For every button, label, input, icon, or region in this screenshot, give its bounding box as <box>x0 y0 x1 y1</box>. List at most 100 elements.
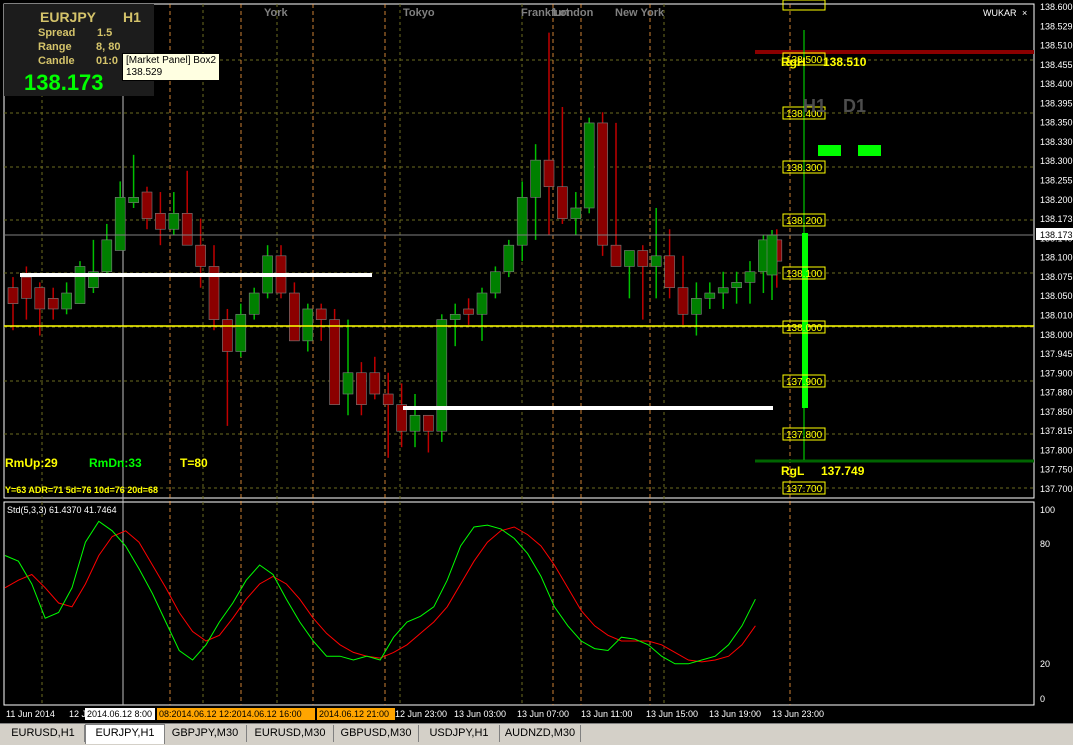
stoch-signal-line <box>4 526 756 663</box>
indicator-axis-label: 0 <box>1040 694 1045 704</box>
rgh-value: 138.510 <box>823 55 867 69</box>
price-axis-label: 138.395 <box>1040 98 1073 108</box>
stat-rmdn: RmDn:33 <box>89 456 142 470</box>
candle-body[interactable] <box>128 197 139 203</box>
candle-body[interactable] <box>449 313 461 320</box>
axes: 138.600 138.529 138.510 138.455 138.400 138.3… <box>6 2 1073 720</box>
candle-body[interactable] <box>369 372 381 395</box>
broker-label: WUKAR <box>983 8 1017 18</box>
panel-price: 138.173 <box>24 70 104 95</box>
price-axis-label: 137.880 <box>1040 388 1073 398</box>
chart-tab[interactable]: GBPUSD,M30 <box>334 725 419 742</box>
candle-body[interactable] <box>731 282 742 289</box>
candle-body[interactable] <box>302 308 314 342</box>
candle-body[interactable] <box>74 266 86 304</box>
time-axis-label: 13 Jun 07:00 <box>517 709 569 719</box>
candle-body[interactable] <box>597 122 608 246</box>
candle-body[interactable] <box>61 292 72 310</box>
candle-body[interactable] <box>583 122 595 209</box>
candle-body[interactable] <box>195 244 206 267</box>
candle-body[interactable] <box>7 287 19 304</box>
candle-body[interactable] <box>637 250 649 267</box>
trading-chart[interactable]: 138.500138.400138.300138.200138.100138.0… <box>0 0 1073 744</box>
candle-body[interactable] <box>704 292 716 299</box>
stat-t: T=80 <box>180 456 208 470</box>
price-axis-label: 138.255 <box>1040 176 1073 186</box>
price-axis-label: 138.600 <box>1040 2 1073 12</box>
rgl-value: 137.749 <box>821 464 865 478</box>
candle-body[interactable] <box>476 292 488 315</box>
panel-symbol: EURJPY <box>40 9 97 25</box>
price-axis-label: 138.529 <box>1040 21 1073 31</box>
candle-body[interactable] <box>557 186 568 219</box>
indicator-label: Std(5,3,3) 61.4370 41.7464 <box>7 505 117 515</box>
candle-body[interactable] <box>530 159 541 198</box>
candle-body[interactable] <box>691 298 702 315</box>
price-axis-label: 137.700 <box>1040 484 1073 494</box>
candle-body[interactable] <box>610 244 622 267</box>
candle-body[interactable] <box>222 319 233 352</box>
chart-tab[interactable]: EURUSD,H1 <box>2 725 85 742</box>
candle-body[interactable] <box>114 197 126 251</box>
candle-body[interactable] <box>409 414 421 432</box>
pivot-box-label: 138.300 <box>786 163 823 174</box>
price-axis-label: 138.173 <box>1040 214 1073 224</box>
candle-body[interactable] <box>168 212 180 230</box>
chart-tab[interactable]: EURUSD,M30 <box>247 725 334 742</box>
candle-body[interactable] <box>490 271 501 294</box>
candle-body[interactable] <box>624 250 635 267</box>
candle-body[interactable] <box>664 255 675 289</box>
candle-body[interactable] <box>677 287 689 315</box>
candle-body[interactable] <box>717 287 729 294</box>
price-axis-label: 138.330 <box>1040 137 1073 147</box>
candle-body[interactable] <box>34 287 46 310</box>
candle-body[interactable] <box>289 292 300 342</box>
candle-body[interactable] <box>342 372 354 395</box>
candle-body[interactable] <box>570 207 582 219</box>
candle-body[interactable] <box>382 393 394 405</box>
close-icon[interactable]: × <box>1022 8 1027 18</box>
market-panel-tooltip: [Market Panel] Box2 138.529 <box>122 53 221 81</box>
chart-grid <box>4 4 1034 705</box>
candle-body[interactable] <box>503 244 515 273</box>
candle-body[interactable] <box>315 308 327 320</box>
panel-timeframe: H1 <box>123 9 141 25</box>
candle-body[interactable] <box>248 292 260 315</box>
candle-body[interactable] <box>543 159 555 188</box>
price-axis-label: 138.455 <box>1040 60 1073 70</box>
candle-body[interactable] <box>650 255 662 267</box>
panel-spread-value: 1.5 <box>97 27 112 39</box>
candle-body[interactable] <box>181 212 193 246</box>
candle-body[interactable] <box>423 414 434 432</box>
chart-tab[interactable]: EURJPY,H1 <box>85 724 165 744</box>
price-axis-label: 138.100 <box>1040 253 1073 263</box>
candle-body[interactable] <box>155 212 166 230</box>
candle-body[interactable] <box>141 191 153 219</box>
candle-body[interactable] <box>21 276 32 299</box>
chart-tab[interactable]: GBPJPY,M30 <box>164 725 247 742</box>
chart-tab[interactable]: AUDNZD,M30 <box>500 725 581 742</box>
stat-rmup: RmUp:29 <box>5 456 58 470</box>
candle-body[interactable] <box>101 239 113 273</box>
price-axis-label: 137.815 <box>1040 426 1073 436</box>
pivot-box-label: 138.100 <box>786 269 823 280</box>
h1-trend-box <box>818 145 841 156</box>
candle-body[interactable] <box>463 308 474 315</box>
pivot-box <box>782 0 826 11</box>
candles-group[interactable] <box>7 32 783 458</box>
candle-body[interactable] <box>744 271 756 283</box>
time-axis-label: 13 Jun 23:00 <box>772 709 824 719</box>
candle-body[interactable] <box>356 372 367 405</box>
candle-body[interactable] <box>329 319 340 405</box>
candle-body[interactable] <box>436 319 448 432</box>
candle-body[interactable] <box>516 197 528 246</box>
price-axis-label: 138.350 <box>1040 118 1073 128</box>
candle-body[interactable] <box>47 298 59 310</box>
chart-tab[interactable]: USDJPY,H1 <box>419 725 500 742</box>
candle-body[interactable] <box>235 313 247 352</box>
candle-body[interactable] <box>766 234 778 276</box>
time-axis-label: 12 Jun 23:00 <box>395 709 447 719</box>
time-axis-label: 08:2014.06.12 12:2014.06.12 16:00 <box>159 709 302 719</box>
price-axis-label: 137.750 <box>1040 465 1073 475</box>
indicator-pane-frame <box>3 501 1035 706</box>
